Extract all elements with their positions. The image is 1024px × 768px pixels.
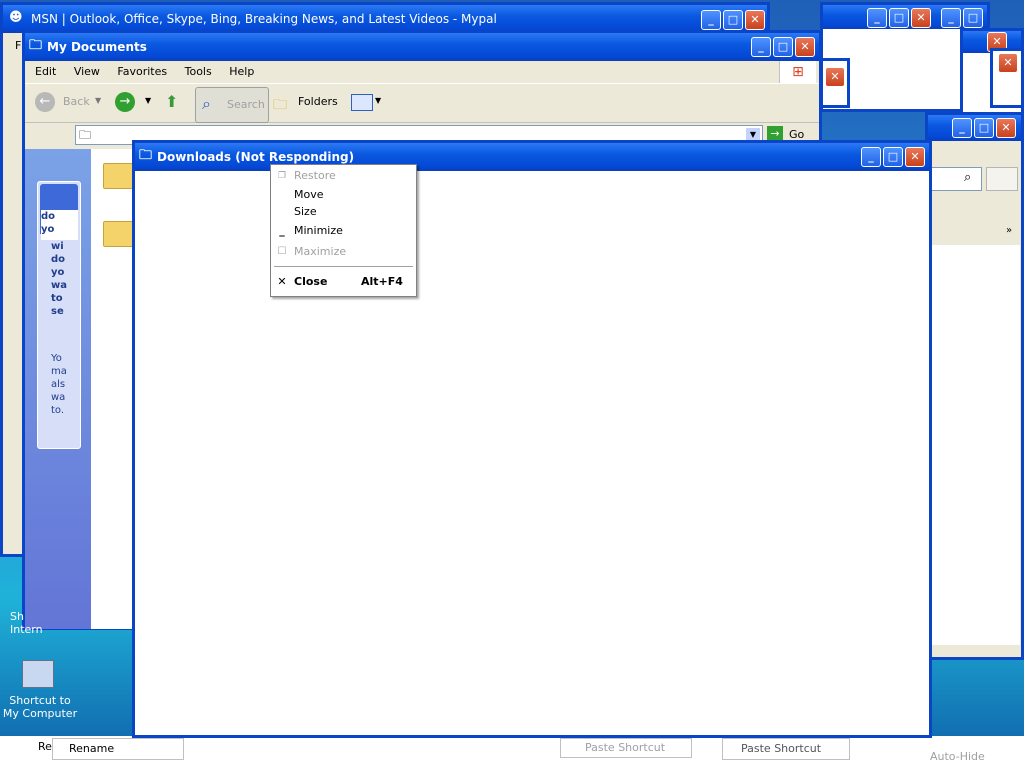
task-pane: do yo wi do yo wa to se Yo ma als wa to. (25, 149, 91, 629)
maximize-button[interactable]: □ (723, 10, 743, 30)
window-title: MSN | Outlook, Office, Skype, Bing, Brea… (31, 12, 497, 26)
close-button[interactable]: ✕ (998, 53, 1018, 73)
menu-separator (274, 266, 413, 267)
folders-icon: 🗀 (273, 97, 287, 113)
minimize-button[interactable]: _ (952, 118, 972, 138)
folder-icon: 🗀 (29, 38, 43, 53)
close-button[interactable]: ✕ (996, 118, 1016, 138)
menu-help[interactable]: Help (229, 65, 254, 78)
close-button[interactable]: ✕ (745, 10, 765, 30)
toolbar: ← Back ▼ → ▼ ⬆ ⌕ Search 🗀 Folders ▼ (25, 83, 819, 123)
menu-item-file[interactable]: F (15, 39, 21, 52)
folder-icon[interactable] (103, 163, 135, 189)
folder-icon[interactable] (103, 221, 135, 247)
shortcut-label: Alt+F4 (361, 275, 403, 288)
paste-shortcut-item[interactable]: Paste Shortcut (560, 738, 692, 758)
maximize-icon: ☐ (277, 246, 287, 257)
right-explorer-window: _ □ ✕ ⌕ » (925, 112, 1024, 660)
folders-button[interactable]: Folders (298, 84, 338, 120)
folder-icon: 🗀 (79, 128, 92, 142)
maximize-button[interactable]: □ (773, 37, 793, 57)
menu-item-close[interactable]: ✕ Close Alt+F4 (271, 273, 416, 291)
menu-item-maximize[interactable]: ☐ Maximize (271, 243, 416, 261)
menu-item-move[interactable]: Move (271, 186, 416, 204)
up-folder-icon[interactable]: ⬆ (165, 92, 178, 111)
minimize-button[interactable]: _ (701, 10, 721, 30)
left-fragment: Re (38, 740, 52, 753)
window-system-menu: ❐ Restore Move Size _ Minimize ☐ Maximiz… (270, 164, 417, 297)
close-button[interactable]: ✕ (795, 37, 815, 57)
maximize-button[interactable]: □ (974, 118, 994, 138)
menu-item-restore[interactable]: ❐ Restore (271, 167, 416, 185)
menu-view[interactable]: View (74, 65, 100, 78)
auto-hide-item[interactable]: Auto-Hide (930, 750, 985, 763)
close-icon: ✕ (277, 275, 287, 288)
window-title: My Documents (47, 40, 147, 54)
close-button[interactable]: ✕ (825, 67, 845, 87)
back-arrow-icon[interactable]: ← (35, 92, 55, 112)
task-panel-box: do yo wi do yo wa to se Yo ma als wa to. (37, 181, 81, 449)
menu-favorites[interactable]: Favorites (117, 65, 167, 78)
maximize-button[interactable]: □ (889, 8, 909, 28)
paste-shortcut-item[interactable]: Paste Shortcut (722, 738, 850, 760)
minimize-button[interactable]: _ (941, 8, 961, 28)
rename-item[interactable]: Rename (52, 738, 184, 760)
close-button[interactable]: ✕ (905, 147, 925, 167)
chevron-icon[interactable]: » (1006, 225, 1012, 236)
maximize-button[interactable]: □ (963, 8, 983, 28)
desktop-shortcut-internet[interactable]: Sh Intern (0, 610, 48, 636)
maximize-button[interactable]: □ (883, 147, 903, 167)
minimize-button[interactable]: _ (751, 37, 771, 57)
desktop-shortcut-my-computer[interactable]: Shortcut to My Computer (2, 694, 78, 720)
background-window-4: ✕ (820, 58, 850, 108)
menu-tools[interactable]: Tools (185, 65, 212, 78)
back-button[interactable]: Back (63, 84, 90, 120)
restore-icon: ❐ (277, 171, 287, 181)
search-icon: ⌕ (202, 94, 211, 113)
browser-icon: ☻ (9, 10, 23, 25)
chevron-down-icon[interactable]: ▼ (145, 96, 151, 105)
minimize-icon: _ (279, 224, 285, 237)
folder-icon: 🗀 (139, 148, 153, 163)
menu-edit[interactable]: Edit (35, 65, 56, 78)
background-window-3: ✕ (990, 48, 1024, 108)
chevron-down-icon[interactable]: ▼ (375, 96, 381, 105)
menu-item-minimize[interactable]: _ Minimize (271, 222, 416, 240)
minimize-button[interactable]: _ (861, 147, 881, 167)
search-button[interactable]: ⌕ Search (195, 87, 269, 123)
forward-arrow-icon[interactable]: → (115, 92, 135, 112)
toolbar-button[interactable] (986, 167, 1018, 191)
minimize-button[interactable]: _ (867, 8, 887, 28)
search-icon[interactable]: ⌕ (964, 170, 971, 185)
menu-item-size[interactable]: Size (271, 203, 416, 221)
windows-logo-icon: ⊞ (779, 61, 816, 83)
my-computer-icon[interactable] (22, 660, 54, 688)
views-icon[interactable] (351, 94, 373, 111)
close-button[interactable]: ✕ (911, 8, 931, 28)
downloads-window: 🗀 Downloads (Not Responding) _ □ ✕ (132, 140, 932, 738)
menu-bar: Edit View Favorites Tools Help (35, 65, 268, 78)
chevron-down-icon[interactable]: ▼ (95, 96, 101, 105)
search-box[interactable] (930, 167, 982, 191)
